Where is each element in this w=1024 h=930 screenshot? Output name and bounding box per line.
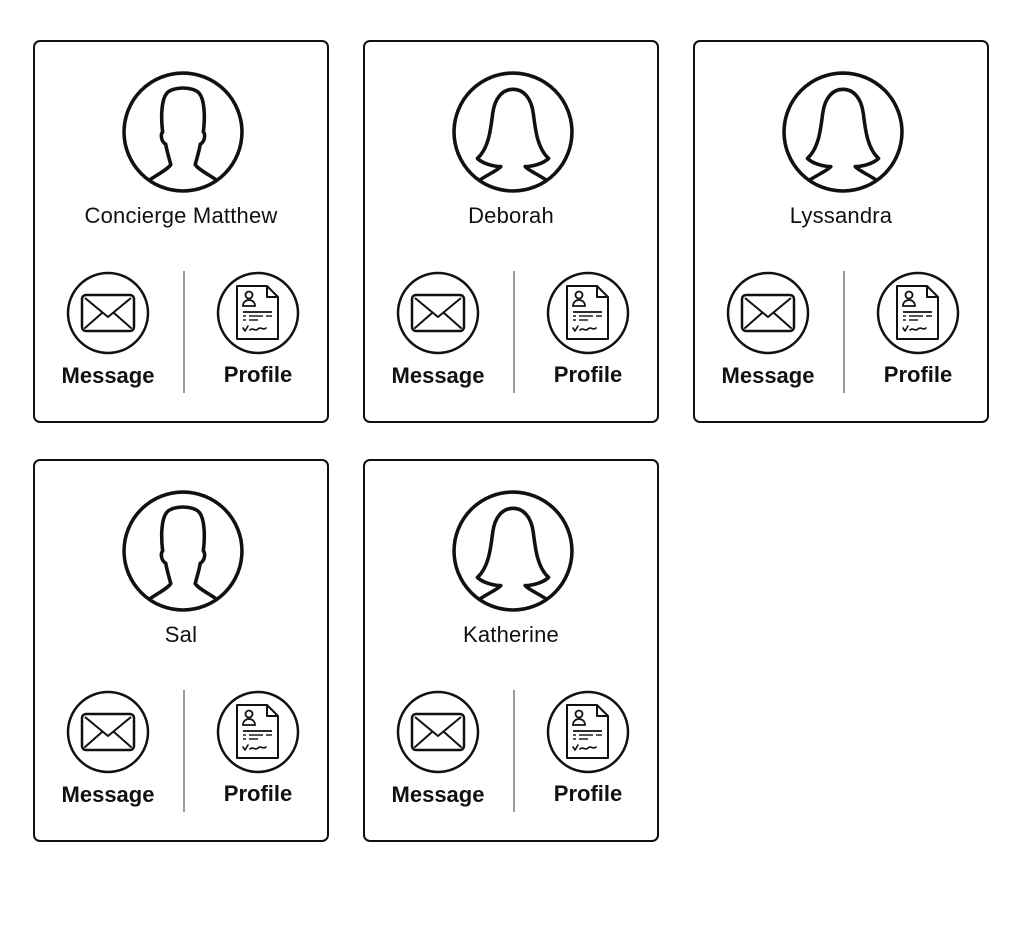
contact-name: Deborah <box>468 203 554 228</box>
contact-name: Sal <box>164 622 198 647</box>
divider <box>183 271 185 393</box>
resume-document-icon <box>546 690 630 774</box>
female-avatar-icon <box>452 71 574 193</box>
resume-document-icon <box>216 271 300 355</box>
contacts-grid: Concierge Matthew Message Profile Debora… <box>33 40 993 850</box>
contact-name: Lyssandra <box>789 203 893 228</box>
envelope-icon <box>726 271 810 355</box>
contact-card: Katherine Message Profile <box>363 459 659 842</box>
divider <box>183 690 185 812</box>
contact-card: Deborah Message Profile <box>363 40 659 423</box>
contact-name: Katherine <box>463 622 559 647</box>
message-button[interactable]: Message <box>49 690 167 814</box>
female-avatar-icon <box>782 71 904 193</box>
resume-document-icon <box>876 271 960 355</box>
resume-document-icon <box>216 690 300 774</box>
message-label: Message <box>391 363 485 388</box>
resume-document-icon <box>546 271 630 355</box>
message-button[interactable]: Message <box>49 271 167 395</box>
message-label: Message <box>391 782 485 807</box>
profile-button[interactable]: Profile <box>199 271 317 395</box>
profile-button[interactable]: Profile <box>859 271 977 395</box>
profile-button[interactable]: Profile <box>199 690 317 814</box>
profile-button[interactable]: Profile <box>529 690 647 814</box>
message-label: Message <box>61 782 155 807</box>
message-button[interactable]: Message <box>379 690 497 814</box>
message-label: Message <box>721 363 815 388</box>
contact-card: Lyssandra Message Profile <box>693 40 989 423</box>
message-button[interactable]: Message <box>379 271 497 395</box>
envelope-icon <box>396 271 480 355</box>
contact-name: Concierge Matthew <box>84 203 278 228</box>
profile-label: Profile <box>883 362 953 387</box>
profile-label: Profile <box>553 362 623 387</box>
profile-label: Profile <box>223 362 293 387</box>
message-button[interactable]: Message <box>709 271 827 395</box>
divider <box>843 271 845 393</box>
profile-label: Profile <box>553 781 623 806</box>
profile-label: Profile <box>223 781 293 806</box>
profile-button[interactable]: Profile <box>529 271 647 395</box>
envelope-icon <box>396 690 480 774</box>
male-avatar-icon <box>122 490 244 612</box>
envelope-icon <box>66 271 150 355</box>
female-avatar-icon <box>452 490 574 612</box>
divider <box>513 690 515 812</box>
contact-card: Concierge Matthew Message Profile <box>33 40 329 423</box>
envelope-icon <box>66 690 150 774</box>
divider <box>513 271 515 393</box>
message-label: Message <box>61 363 155 388</box>
contact-card: Sal Message Profile <box>33 459 329 842</box>
male-avatar-icon <box>122 71 244 193</box>
